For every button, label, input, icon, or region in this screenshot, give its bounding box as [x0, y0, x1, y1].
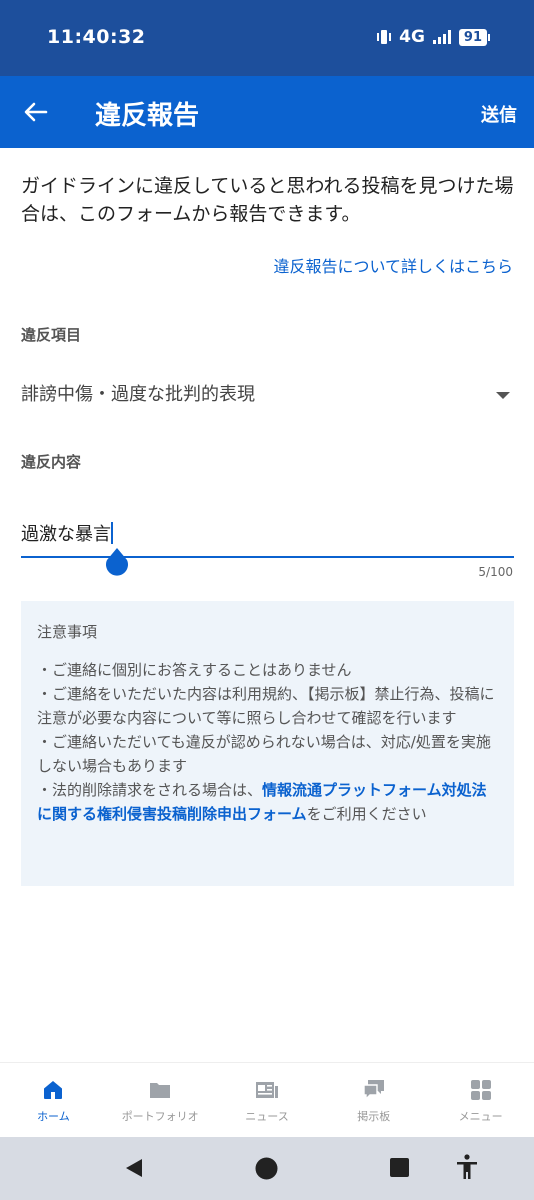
- notice-line-prefix: ・法的削除請求をされる場合は、: [37, 781, 263, 799]
- char-counter: 5/100: [478, 565, 513, 579]
- intro-text: ガイドラインに違反していると思われる投稿を見つけた場合は、このフォームから報告で…: [21, 175, 514, 225]
- page-title: 違反報告: [95, 101, 200, 131]
- network-type: 4G: [399, 27, 425, 47]
- violation-item-label: 違反項目: [21, 326, 82, 344]
- recents-square-icon[interactable]: [389, 1157, 410, 1182]
- battery-icon: 91: [458, 28, 490, 46]
- nav-label-home: ホーム: [37, 1110, 70, 1123]
- battery-level: 91: [458, 28, 487, 46]
- home-icon: [44, 1081, 63, 1099]
- nav-item-board[interactable]: 掲示板: [320, 1063, 427, 1137]
- nav-label-board: 掲示板: [357, 1110, 391, 1123]
- text-caret: [111, 522, 113, 544]
- status-bar: 11:40:32 4G 91: [0, 0, 534, 76]
- nav-label-menu: メニュー: [458, 1110, 503, 1123]
- nav-label-portfolio: ポートフォリオ: [121, 1110, 199, 1123]
- accessibility-icon[interactable]: [455, 1154, 479, 1184]
- notice-body: ・ご連絡に個別にお答えすることはありません ・ご連絡をいただいた内容は利用規約、…: [37, 658, 498, 826]
- bottom-nav: ホーム ポートフォリオ ニュース 掲示板 メニュー: [0, 1062, 534, 1137]
- notice-line: ・ご連絡をいただいた内容は利用規約、【掲示板】禁止行為、投稿に注意が必要な内容に…: [37, 685, 495, 727]
- chat-icon: [363, 1080, 384, 1101]
- folder-icon: [150, 1083, 171, 1098]
- status-icons: 4G 91: [377, 27, 490, 47]
- cursor-handle-icon[interactable]: [105, 548, 129, 578]
- violation-item-value: 誹謗中傷・過度な批判的表現: [21, 384, 255, 405]
- violation-content-label: 違反内容: [21, 453, 82, 471]
- nav-label-news: ニュース: [245, 1110, 289, 1123]
- nav-item-menu[interactable]: メニュー: [427, 1063, 534, 1137]
- news-icon: [255, 1082, 278, 1098]
- status-time: 11:40:32: [47, 26, 146, 48]
- vibrate-icon: [377, 30, 392, 44]
- nav-item-portfolio[interactable]: ポートフォリオ: [107, 1063, 214, 1137]
- app-bar: 違反報告 送信: [0, 76, 534, 148]
- notice-line: ・ご連絡に個別にお答えすることはありません: [37, 661, 352, 679]
- back-triangle-icon[interactable]: [123, 1157, 145, 1183]
- system-nav-bar: [0, 1137, 534, 1200]
- send-button[interactable]: 送信: [481, 101, 517, 127]
- notice-line: ・法的削除請求をされる場合は、情報流通プラットフォーム対処法に関する権利侵害投稿…: [37, 778, 498, 826]
- dropdown-arrow-icon: [496, 392, 510, 399]
- violation-content-input[interactable]: 過激な暴言: [21, 520, 514, 558]
- notice-title: 注意事項: [37, 623, 98, 641]
- notice-line-suffix: をご利用ください: [306, 805, 427, 823]
- learn-more-link[interactable]: 違反報告について詳しくはこちら: [273, 253, 513, 277]
- grid-icon: [470, 1080, 491, 1100]
- signal-icon: [432, 30, 451, 44]
- notice-line: ・ご連絡いただいても違反が認められない場合は、対応/処置を実施しない場合もありま…: [37, 733, 491, 775]
- arrow-left-icon[interactable]: [22, 98, 50, 126]
- violation-item-select[interactable]: 誹謗中傷・過度な批判的表現: [21, 380, 514, 412]
- notice-box: 注意事項 ・ご連絡に個別にお答えすることはありません ・ご連絡をいただいた内容は…: [21, 601, 514, 886]
- home-circle-icon[interactable]: [255, 1157, 278, 1184]
- nav-item-news[interactable]: ニュース: [214, 1063, 321, 1137]
- nav-item-home[interactable]: ホーム: [0, 1063, 107, 1137]
- violation-content-value: 過激な暴言: [21, 524, 111, 545]
